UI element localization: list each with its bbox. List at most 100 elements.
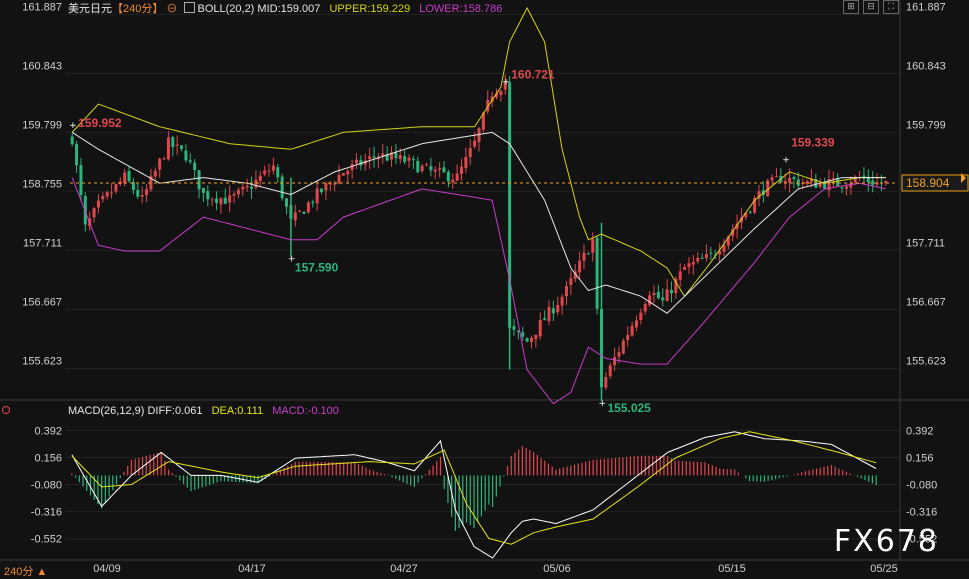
candle-body: [105, 192, 109, 197]
candle-body: [774, 176, 778, 178]
candle-body: [512, 326, 516, 330]
candle-body: [180, 145, 184, 149]
candle-body: [92, 208, 96, 218]
candle-body: [438, 168, 442, 170]
candle-body: [613, 357, 617, 366]
macd-tick-label-left: -0.080: [31, 480, 62, 492]
candle-body: [197, 170, 201, 190]
candle-body: [241, 186, 245, 190]
candle-body: [311, 202, 315, 204]
price-tick-label-right: 156.667: [906, 296, 946, 308]
candle-body: [372, 156, 376, 158]
candle-body: [206, 191, 210, 200]
price-tick-label-left: 155.623: [22, 355, 62, 367]
candle-body: [538, 319, 542, 337]
time-tick-label: 05/25: [870, 563, 898, 575]
candle-body: [285, 198, 289, 207]
boll-lower-value: LOWER:158.786: [419, 3, 503, 15]
candle-body: [267, 170, 271, 172]
candle-body: [639, 312, 643, 320]
candle-body: [446, 171, 450, 182]
boll-lower-line: [71, 177, 886, 405]
candle-body: [696, 258, 700, 262]
candle-body: [700, 257, 704, 259]
price-tick-label-left: 161.887: [22, 1, 62, 13]
candle-body: [315, 188, 319, 204]
macd-tick-label-right: 0.156: [906, 452, 934, 464]
annotation-cross-icon: +: [502, 77, 510, 87]
macd-label[interactable]: MACD(26,12,9): [68, 405, 144, 417]
candle-body: [451, 179, 455, 183]
candle-body: [201, 187, 205, 193]
candle-body: [595, 237, 599, 309]
candle-body: [468, 148, 472, 158]
candle-body: [232, 194, 236, 196]
annotation-cross-icon: +: [782, 155, 790, 165]
candle-body: [871, 180, 875, 186]
candle-body: [171, 137, 175, 148]
candle-body: [320, 188, 324, 193]
time-tick-label: 04/17: [238, 563, 266, 575]
candle-body: [648, 295, 652, 306]
price-tick-label-left: 160.843: [22, 60, 62, 72]
candle-body: [643, 304, 647, 312]
candle-body: [324, 183, 328, 191]
candle-body: [586, 253, 590, 255]
price-annotation-high: 160.721: [511, 67, 555, 81]
candle-body: [770, 177, 774, 181]
period-footer-label: 240分: [4, 566, 34, 578]
boll-indicator-icon[interactable]: [184, 2, 196, 13]
period-settings-icon[interactable]: ⊖: [166, 3, 177, 15]
candle-body: [840, 187, 844, 189]
candle-body: [783, 181, 787, 183]
candle-body: [263, 170, 267, 175]
candle-body: [560, 296, 564, 306]
zoom-in-icon[interactable]: ⊞: [843, 0, 859, 14]
candle-body: [298, 210, 302, 212]
candle-body: [145, 189, 149, 196]
candle-body: [669, 289, 673, 294]
candle-body: [582, 252, 586, 261]
candle-body: [687, 263, 691, 267]
boll-mid-value: MID:159.007: [257, 3, 321, 15]
candle-body: [608, 365, 612, 377]
macd-tick-label-right: -0.316: [906, 507, 937, 519]
candle-body: [158, 158, 162, 170]
candle-body: [455, 173, 459, 181]
candle-body: [429, 166, 433, 171]
candle-body: [250, 186, 254, 189]
candle-body: [140, 195, 144, 197]
price-tick-label-left: 158.755: [22, 178, 62, 190]
fullscreen-icon[interactable]: ⛶: [883, 0, 899, 14]
candle-body: [236, 189, 240, 195]
candle-body: [293, 212, 297, 221]
candle-body: [215, 198, 219, 203]
candle-body: [114, 184, 118, 192]
boll-label[interactable]: BOLL(20,2): [197, 3, 254, 15]
candle-body: [166, 137, 170, 160]
candle-body: [691, 261, 695, 265]
candle-body: [337, 174, 341, 184]
candle-body: [381, 153, 385, 156]
diff-value: DIFF:0.061: [147, 405, 203, 417]
candle-body: [188, 160, 192, 162]
candle-body: [525, 338, 529, 342]
candle-body: [136, 189, 140, 197]
candle-body: [788, 177, 792, 183]
dea-value: DEA:0.111: [211, 405, 264, 417]
annotation-cross-icon: +: [69, 121, 77, 131]
candle-body: [534, 334, 538, 340]
candle-body: [578, 260, 582, 273]
zoom-out-icon[interactable]: ⊟: [863, 0, 879, 14]
last-price-label: 158.904: [906, 176, 950, 190]
candle-body: [341, 172, 345, 176]
candle-body: [355, 159, 359, 164]
candle-body: [591, 238, 595, 253]
candle-body: [280, 176, 284, 199]
candle-body: [748, 211, 752, 213]
macd-tick-label-right: -0.080: [906, 480, 937, 492]
candle-body: [621, 340, 625, 354]
candle-body: [521, 332, 525, 337]
candle-body: [433, 169, 437, 172]
candle-body: [306, 202, 310, 213]
